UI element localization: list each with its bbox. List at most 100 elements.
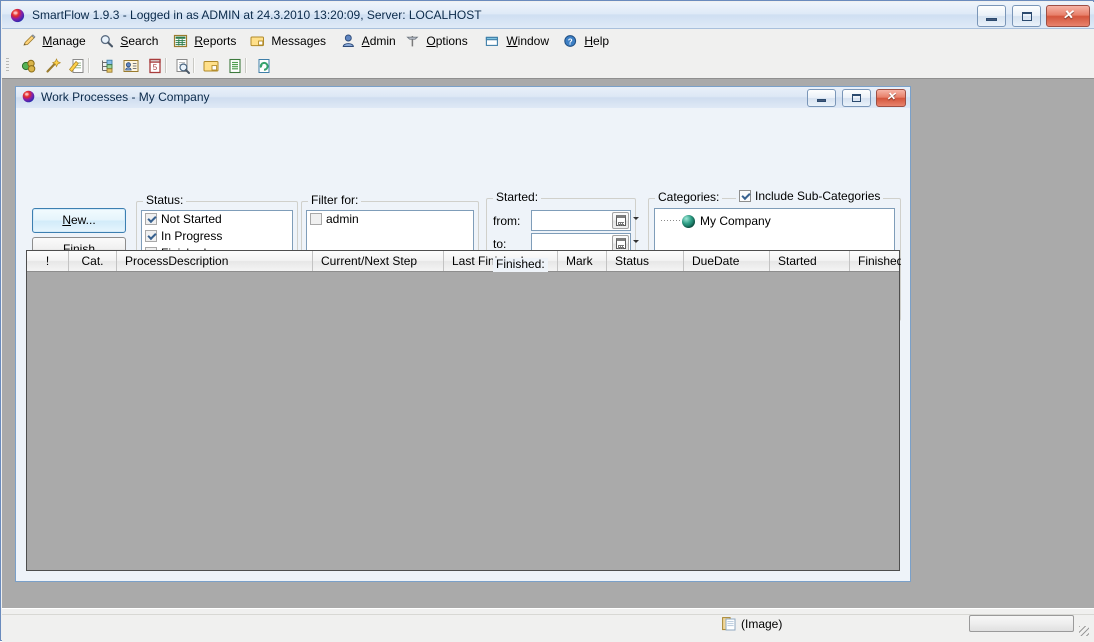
menu-item-options[interactable]: Options [400, 32, 473, 50]
window-icon [485, 34, 500, 48]
started-group-label: Started: [493, 191, 541, 205]
search-document-icon[interactable] [174, 57, 192, 75]
grid-col-finished[interactable]: Finished [850, 251, 901, 271]
started-from-field[interactable] [531, 210, 631, 231]
menu-item-help[interactable]: ? Help [558, 32, 614, 50]
refresh-icon[interactable] [255, 57, 273, 75]
status-label-not-started: Not Started [161, 212, 222, 226]
edit-document-icon[interactable] [68, 57, 86, 75]
started-to-label: to: [493, 237, 506, 251]
child-window-buttons: ✕ [805, 89, 906, 107]
statusbar-text: (Image) [741, 617, 782, 631]
close-icon: ✕ [877, 90, 905, 106]
status-item-not-started[interactable]: Not Started [142, 211, 292, 228]
finished-group-label: Finished: [493, 258, 548, 272]
report-list-icon[interactable] [226, 57, 244, 75]
statusbar-divider [2, 614, 1094, 638]
tree-item-label: My Company [700, 214, 771, 228]
include-sub-categories-label: Include Sub-Categories [755, 189, 880, 203]
toolbar-grip[interactable] [6, 58, 9, 73]
tree-item-my-company[interactable]: My Company [661, 214, 771, 229]
started-from-calendar-icon[interactable] [612, 212, 629, 229]
svg-text:5: 5 [153, 63, 158, 72]
toolbar-separator [88, 58, 90, 73]
work-processes-window: Work Processes - My Company ✕ New... Fin… [15, 86, 911, 582]
menu-label-help: Help [584, 34, 609, 48]
wizard-wand-icon[interactable] [44, 57, 62, 75]
menu-label-search: Search [120, 34, 158, 48]
user-admin-icon [341, 34, 356, 48]
menu-item-admin[interactable]: Admin [336, 32, 401, 50]
child-titlebar: Work Processes - My Company ✕ [16, 87, 910, 109]
menu-label-admin: Admin [362, 34, 396, 48]
new-process-icon[interactable] [20, 57, 38, 75]
svg-text:?: ? [568, 37, 573, 46]
grid-col-started[interactable]: Started [770, 251, 850, 271]
menu-item-messages[interactable]: Messages [245, 32, 331, 50]
clipboard-image-icon [722, 616, 736, 631]
new-button-label: New... [62, 213, 95, 227]
checkbox-in-progress[interactable] [145, 230, 157, 242]
main-titlebar: SmartFlow 1.9.3 - Logged in as ADMIN at … [2, 2, 1094, 29]
new-button[interactable]: New... [32, 208, 126, 233]
grid-col-current-step[interactable]: Current/Next Step [313, 251, 444, 271]
checkbox-not-started[interactable] [145, 213, 157, 225]
started-from-dropdown-caret[interactable] [633, 217, 639, 220]
contact-card-icon[interactable] [122, 57, 140, 75]
menu-label-reports: Reports [194, 34, 236, 48]
started-group: Started: from: to: [486, 191, 636, 254]
menu-label-messages: Messages [271, 34, 326, 48]
menubar: Manage Search [2, 29, 1094, 53]
grid-col-category[interactable]: Cat. [69, 251, 117, 271]
filter-item-admin[interactable]: admin [307, 211, 473, 228]
status-label-in-progress: In Progress [161, 229, 222, 243]
grid-col-status[interactable]: Status [607, 251, 684, 271]
close-button[interactable]: ✕ [1046, 5, 1090, 27]
menu-label-window: Window [506, 34, 549, 48]
menu-item-reports[interactable]: Reports [168, 32, 241, 50]
smartflow-sphere-icon [22, 90, 35, 103]
grid-col-mark[interactable]: Mark [558, 251, 607, 271]
calendar-5-icon[interactable]: 5 [146, 57, 164, 75]
grid-col-duedate[interactable]: DueDate [684, 251, 770, 271]
menu-item-search[interactable]: Search [94, 32, 163, 50]
tree-structure-icon[interactable] [98, 57, 116, 75]
mdi-client-area: Work Processes - My Company ✕ New... Fin… [2, 78, 1094, 609]
statusbar [2, 608, 1094, 642]
envelope-icon [250, 34, 265, 48]
statusbar-progress [969, 615, 1074, 632]
grid-col-priority[interactable]: ! [27, 251, 69, 271]
grid-header-row: ! Cat. ProcessDescription Current/Next S… [27, 251, 899, 272]
checkbox-include-sub-categories[interactable] [739, 190, 751, 202]
menu-item-window[interactable]: Window [480, 32, 554, 50]
help-circle-icon: ? [563, 34, 578, 48]
toolbar-separator [165, 58, 167, 73]
child-maximize-button[interactable] [842, 89, 871, 107]
toolbar-separator [245, 58, 247, 73]
child-minimize-button[interactable] [807, 89, 836, 107]
tools-icon [405, 34, 420, 48]
started-to-dropdown-caret[interactable] [633, 240, 639, 243]
started-from-label: from: [493, 214, 520, 228]
status-item-in-progress[interactable]: In Progress [142, 228, 292, 245]
grid-col-description[interactable]: ProcessDescription [117, 251, 313, 271]
resize-grip[interactable] [1079, 626, 1089, 636]
child-close-button[interactable]: ✕ [876, 89, 906, 107]
menu-item-manage[interactable]: Manage [16, 32, 91, 50]
tree-connector [661, 220, 681, 221]
maximize-button[interactable] [1012, 5, 1041, 27]
smartflow-sphere-icon [10, 8, 25, 23]
close-icon: ✕ [1047, 6, 1089, 26]
categories-group-label: Categories: [655, 191, 722, 205]
menu-label-options: Options [426, 34, 467, 48]
checkbox-filter-admin[interactable] [310, 213, 322, 225]
pencil-icon [21, 34, 36, 48]
work-processes-body: New... Finish Delete Print Status: [16, 108, 910, 581]
include-sub-categories-row[interactable]: Include Sub-Categories [736, 190, 883, 204]
grid-body[interactable] [27, 272, 899, 570]
minimize-button[interactable] [977, 5, 1006, 27]
menu-label-manage: Manage [42, 34, 85, 48]
process-grid[interactable]: ! Cat. ProcessDescription Current/Next S… [26, 250, 900, 571]
toolbar: 5 [2, 53, 1094, 79]
messages-icon[interactable] [202, 57, 220, 75]
